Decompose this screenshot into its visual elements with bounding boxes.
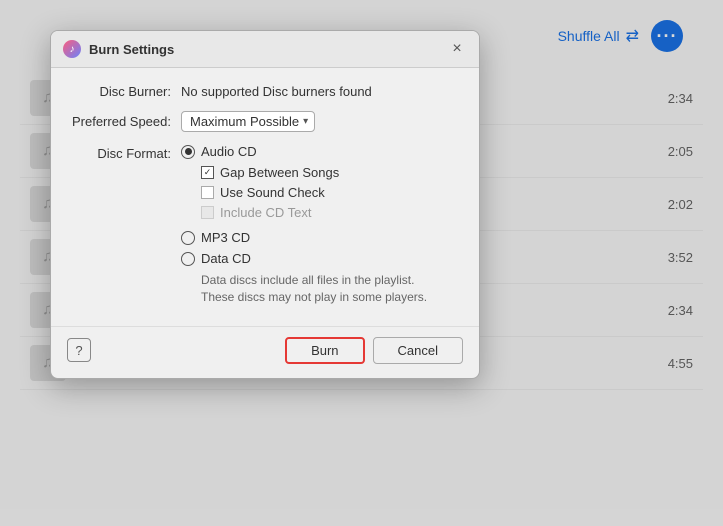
disc-format-label: Disc Format: bbox=[71, 144, 181, 161]
itunes-icon: ♪ bbox=[63, 40, 81, 58]
use-sound-check-row[interactable]: Use Sound Check bbox=[201, 185, 427, 200]
burn-button[interactable]: Burn bbox=[285, 337, 364, 364]
dialog-title: Burn Settings bbox=[89, 42, 174, 57]
disc-format-options: Audio CD Gap Between Songs Use Sound Che… bbox=[181, 144, 427, 306]
include-cd-text-label: Include CD Text bbox=[220, 205, 312, 220]
disc-format-section: Disc Format: Audio CD Gap Between Songs bbox=[71, 144, 459, 306]
gap-between-songs-row[interactable]: Gap Between Songs bbox=[201, 165, 427, 180]
burn-settings-dialog: ♪ Burn Settings × Disc Burner: No suppor… bbox=[50, 30, 480, 379]
close-button[interactable]: × bbox=[447, 39, 467, 59]
preferred-speed-row: Preferred Speed: Maximum Possible ▾ bbox=[71, 111, 459, 132]
include-cd-text-row[interactable]: Include CD Text bbox=[201, 205, 427, 220]
modal-overlay: ♪ Burn Settings × Disc Burner: No suppor… bbox=[0, 0, 723, 526]
speed-select-text: Maximum Possible bbox=[190, 114, 299, 129]
data-cd-radio[interactable] bbox=[181, 252, 195, 266]
footer-buttons: Burn Cancel bbox=[285, 337, 463, 364]
dialog-body: Disc Burner: No supported Disc burners f… bbox=[51, 68, 479, 326]
dialog-titlebar: ♪ Burn Settings × bbox=[51, 31, 479, 68]
disc-burner-label: Disc Burner: bbox=[71, 84, 181, 99]
dialog-title-left: ♪ Burn Settings bbox=[63, 40, 174, 58]
help-button[interactable]: ? bbox=[67, 338, 91, 362]
gap-between-songs-label: Gap Between Songs bbox=[220, 165, 339, 180]
audio-cd-radio[interactable] bbox=[181, 145, 195, 159]
preferred-speed-select[interactable]: Maximum Possible ▾ bbox=[181, 111, 315, 132]
dialog-footer: ? Burn Cancel bbox=[51, 326, 479, 378]
mp3-cd-radio[interactable] bbox=[181, 231, 195, 245]
disc-burner-row: Disc Burner: No supported Disc burners f… bbox=[71, 84, 459, 99]
mp3-cd-option[interactable]: MP3 CD bbox=[181, 230, 427, 245]
audio-cd-suboptions: Gap Between Songs Use Sound Check Includ… bbox=[201, 165, 427, 220]
data-cd-description: Data discs include all files in the play… bbox=[201, 272, 427, 306]
chevron-down-icon: ▾ bbox=[303, 116, 308, 127]
mp3-cd-label: MP3 CD bbox=[201, 230, 250, 245]
cancel-button[interactable]: Cancel bbox=[373, 337, 463, 364]
data-cd-desc-text: Data discs include all files in the play… bbox=[201, 273, 427, 304]
data-cd-label: Data CD bbox=[201, 251, 251, 266]
use-sound-check-checkbox[interactable] bbox=[201, 186, 214, 199]
preferred-speed-label: Preferred Speed: bbox=[71, 114, 181, 129]
gap-between-songs-checkbox[interactable] bbox=[201, 166, 214, 179]
audio-cd-option[interactable]: Audio CD bbox=[181, 144, 427, 159]
use-sound-check-label: Use Sound Check bbox=[220, 185, 325, 200]
data-cd-option[interactable]: Data CD bbox=[181, 251, 427, 266]
disc-burner-value: No supported Disc burners found bbox=[181, 84, 372, 99]
audio-cd-label: Audio CD bbox=[201, 144, 257, 159]
include-cd-text-checkbox[interactable] bbox=[201, 206, 214, 219]
